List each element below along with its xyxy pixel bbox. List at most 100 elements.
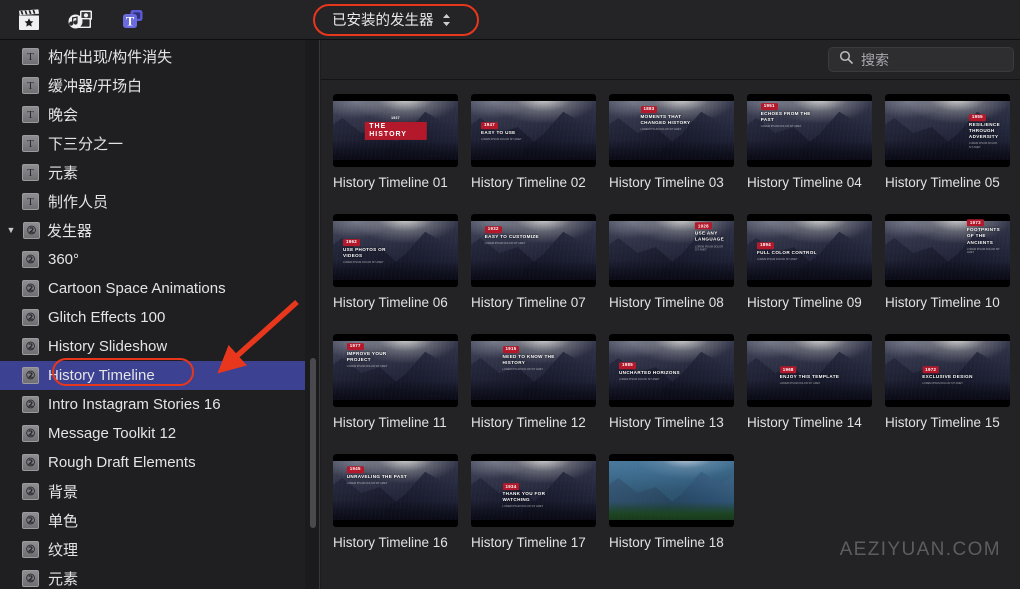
sidebar-item-2[interactable]: T 晚会 <box>0 100 319 129</box>
thumbnail-image[interactable]: 1972 EXCLUSIVE DESIGN LOREM IPSUM DOLOR SI… <box>885 334 1010 407</box>
sidebar-item-12[interactable]: ② Intro Instagram Stories 16 <box>0 390 319 419</box>
thumbnail-image[interactable]: 1977 IMPROVE YOUR PROJECT LOREM IPSUM DOLO… <box>333 334 458 407</box>
thumbnail-cell[interactable]: 1947 EASY TO USE LOREM IPSUM DOLOR SIT AME… <box>471 94 609 214</box>
sidebar-item-5[interactable]: T 制作人员 <box>0 187 319 216</box>
sidebar-item-4[interactable]: T 元素 <box>0 158 319 187</box>
thumb-letterbox-top <box>471 214 596 221</box>
disclosure-triangle-icon[interactable]: ▼ <box>4 225 18 235</box>
thumbnail-cell[interactable]: 1894 FULL COLOR CONTROL LOREM IPSUM DOLOR … <box>747 214 885 334</box>
sidebar-item-14[interactable]: ② Rough Draft Elements <box>0 448 319 477</box>
sidebar-item-9[interactable]: ② Glitch Effects 100 <box>0 303 319 332</box>
sidebar-item-1[interactable]: T 缓冲器/开场白 <box>0 71 319 100</box>
thumb-letterbox-bottom <box>885 280 1010 287</box>
sidebar-item-label: Message Toolkit 12 <box>48 425 177 442</box>
site-watermark: AEZIYUAN.COM <box>839 539 1001 560</box>
thumbnail-cell[interactable]: 1883 MOMENTS THAT CHANGED HISTORY LOREM IP… <box>609 94 747 214</box>
thumbnail-cell[interactable]: 1973 FOOTPRINTS OF THE ANCIENTS LOREM IPSU… <box>885 214 1020 334</box>
generator-badge-icon: ② <box>22 483 39 500</box>
sidebar-item-16[interactable]: ② 单色 <box>0 506 319 535</box>
overlay-title: MOMENTS THAT CHANGED HISTORY <box>640 113 691 125</box>
thumbnail-image[interactable]: 1951 ECHOES FROM THE PAST LOREM IPSUM DOLO… <box>747 94 872 167</box>
sidebar-item-11[interactable]: ② History Timeline <box>0 361 319 390</box>
thumb-letterbox-bottom <box>885 160 1010 167</box>
thumbnail-image[interactable]: 1894 FULL COLOR CONTROL LOREM IPSUM DOLOR … <box>747 214 872 287</box>
thumbnail-image[interactable]: 1973 FOOTPRINTS OF THE ANCIENTS LOREM IPSU… <box>885 214 1010 287</box>
library-source-value: 已安装的发生器 <box>332 13 434 29</box>
thumbnail-image[interactable]: 1945 UNRAVELING THE PAST LOREM IPSUM DOLOR… <box>333 454 458 527</box>
library-sidebar[interactable]: T 构件出现/构件消失 T 缓冲器/开场白 T 晚会 T 下三分之一 T 元素 T 制作人员 ▼ ② 发生器… <box>0 40 320 589</box>
thumbnail-caption: History Timeline 06 <box>333 295 448 310</box>
sidebar-item-label: Intro Instagram Stories 16 <box>48 396 221 413</box>
thumb-letterbox-top <box>747 214 872 221</box>
titles-generators-icon[interactable]: T <box>118 6 148 34</box>
thumbnail-caption: History Timeline 01 <box>333 175 448 190</box>
sidebar-item-18[interactable]: ② 元素 <box>0 564 319 589</box>
thumbnail-image[interactable]: 1934 THANK YOU FOR WATCHING LOREM IPSUM DO… <box>471 454 596 527</box>
thumbnail-caption: History Timeline 08 <box>609 295 724 310</box>
media-photos-audio-icon[interactable] <box>66 6 96 34</box>
thumb-letterbox-top <box>609 454 734 461</box>
sidebar-item-17[interactable]: ② 纹理 <box>0 535 319 564</box>
thumbnail-image[interactable]: 1927 THE HISTORY <box>333 94 458 167</box>
overlay-subtitle: LOREM IPSUM DOLOR SIT AMET <box>760 125 802 129</box>
thumbnail-cell[interactable]: 1934 THANK YOU FOR WATCHING LOREM IPSUM DO… <box>471 454 609 574</box>
thumbnail-image[interactable]: 1968 ENJOY THIS TEMPLATE LOREM IPSUM DOLOR… <box>747 334 872 407</box>
sidebar-item-label: 元素 <box>48 571 79 588</box>
thumbnail-image[interactable]: 1928 USE ANY LANGUAGE LOREM IPSUM DOLOR SI… <box>609 214 734 287</box>
thumbnail-image[interactable]: 1985 UNCHARTED HORIZONS LOREM IPSUM DOLOR … <box>609 334 734 407</box>
thumbnail-cell[interactable]: 1915 NEED TO KNOW THE HISTORY LOREM IPSUM … <box>471 334 609 454</box>
search-field[interactable]: 搜索 <box>828 47 1014 72</box>
thumbnail-image[interactable] <box>609 454 734 527</box>
thumbnail-cell[interactable]: 1927 THE HISTORY History Timeline 01 <box>333 94 471 214</box>
overlay-subtitle: LOREM IPSUM DOLOR SIT AMET <box>640 128 682 132</box>
sidebar-item-8[interactable]: ② Cartoon Space Animations <box>0 274 319 303</box>
thumbnail-caption: History Timeline 15 <box>885 415 1000 430</box>
thumbnail-text-overlay: 1915 NEED TO KNOW THE HISTORY LOREM IPSUM … <box>502 345 565 372</box>
sidebar-item-10[interactable]: ② History Slideshow <box>0 332 319 361</box>
sidebar-item-3[interactable]: T 下三分之一 <box>0 129 319 158</box>
thumbnail-cell[interactable]: 1962 USE PHOTOS OR VIDEOS LOREM IPSUM DOLO… <box>333 214 471 334</box>
thumb-letterbox-top <box>471 334 596 341</box>
thumb-letterbox-bottom <box>333 520 458 527</box>
library-source-select[interactable]: 已安装的发生器 <box>322 7 461 32</box>
overlay-year: 1945 <box>346 466 364 473</box>
overlay-year: 1973 <box>966 219 984 227</box>
thumbnail-cell[interactable]: 1955 RESILIENCE THROUGH ADVERSITY LOREM IP… <box>885 94 1020 214</box>
overlay-title: IMPROVE YOUR PROJECT <box>346 350 387 362</box>
thumbnail-caption: History Timeline 02 <box>471 175 586 190</box>
thumbnail-image[interactable]: 1883 MOMENTS THAT CHANGED HISTORY LOREM IP… <box>609 94 734 167</box>
overlay-title: USE PHOTOS OR VIDEOS <box>343 246 386 259</box>
sidebar-item-15[interactable]: ② 背景 <box>0 477 319 506</box>
thumbnail-image[interactable]: 1915 NEED TO KNOW THE HISTORY LOREM IPSUM … <box>471 334 596 407</box>
sidebar-item-13[interactable]: ② Message Toolkit 12 <box>0 419 319 448</box>
thumbnail-cell[interactable]: 1968 ENJOY THIS TEMPLATE LOREM IPSUM DOLOR… <box>747 334 885 454</box>
thumbnail-cell[interactable]: 1985 UNCHARTED HORIZONS LOREM IPSUM DOLOR … <box>609 334 747 454</box>
sidebar-item-6[interactable]: ▼ ② 发生器 <box>0 216 319 245</box>
thumbnail-text-overlay: 1968 ENJOY THIS TEMPLATE LOREM IPSUM DOLOR… <box>779 366 840 387</box>
thumbnail-cell[interactable]: 1951 ECHOES FROM THE PAST LOREM IPSUM DOLO… <box>747 94 885 214</box>
thumbnail-image[interactable]: 1962 USE PHOTOS OR VIDEOS LOREM IPSUM DOLO… <box>333 214 458 287</box>
thumbnail-cell[interactable]: 1977 IMPROVE YOUR PROJECT LOREM IPSUM DOLO… <box>333 334 471 454</box>
thumb-letterbox-bottom <box>471 280 596 287</box>
overlay-year: 1951 <box>760 103 778 110</box>
sidebar-item-label: History Timeline <box>48 367 155 384</box>
thumbnail-image[interactable]: 1955 RESILIENCE THROUGH ADVERSITY LOREM IP… <box>885 94 1010 167</box>
thumbnail-cell[interactable]: 1972 EXCLUSIVE DESIGN LOREM IPSUM DOLOR SI… <box>885 334 1020 454</box>
overlay-title: UNCHARTED HORIZONS <box>619 369 680 375</box>
overlay-year: 1985 <box>619 362 636 369</box>
overlay-year: 1955 <box>968 114 986 121</box>
sidebar-item-7[interactable]: ② 360° <box>0 245 319 274</box>
effects-clapperboard-icon[interactable] <box>14 6 44 34</box>
sidebar-scrollbar[interactable] <box>310 358 316 528</box>
final-cut-pro-browser-window: T 已安装的发生器 T 构件出现/构件消失 T 缓冲器/开场白 T 晚会 T 下三分之一 T 元素… <box>0 0 1020 589</box>
thumbnail-image[interactable]: 1947 EASY TO USE LOREM IPSUM DOLOR SIT AME… <box>471 94 596 167</box>
thumbnail-cell[interactable]: 1932 EASY TO CUSTOMIZE LOREM IPSUM DOLOR S… <box>471 214 609 334</box>
thumbnail-image[interactable]: 1932 EASY TO CUSTOMIZE LOREM IPSUM DOLOR S… <box>471 214 596 287</box>
overlay-title: EASY TO CUSTOMIZE <box>484 233 539 239</box>
thumbnail-cell[interactable]: History Timeline 18 <box>609 454 747 574</box>
thumbnail-cell[interactable]: 1945 UNRAVELING THE PAST LOREM IPSUM DOLOR… <box>333 454 471 574</box>
thumbnail-text-overlay: 1894 FULL COLOR CONTROL LOREM IPSUM DOLOR … <box>757 242 817 262</box>
title-badge-icon: T <box>22 48 39 65</box>
sidebar-item-0[interactable]: T 构件出现/构件消失 <box>0 42 319 71</box>
thumbnail-cell[interactable]: 1928 USE ANY LANGUAGE LOREM IPSUM DOLOR SI… <box>609 214 747 334</box>
